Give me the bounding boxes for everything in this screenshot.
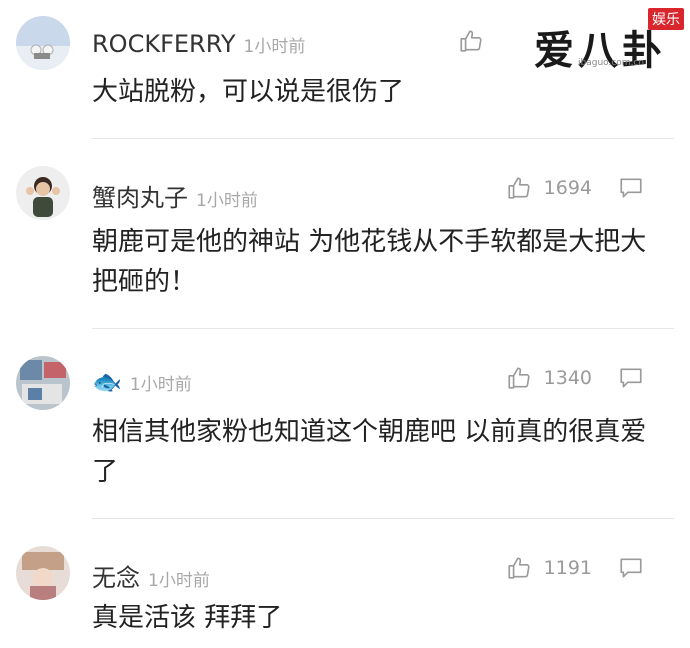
username[interactable]: 无念 1小时前 bbox=[92, 558, 210, 593]
watermark-site: ibaguo.com.cn bbox=[578, 58, 645, 68]
avatar-image bbox=[16, 356, 70, 410]
comment-actions: 1340 bbox=[506, 365, 644, 391]
comment-time: 1小时前 bbox=[129, 375, 192, 395]
avatar-image bbox=[16, 16, 70, 70]
watermark-badge: 娱乐 bbox=[648, 8, 684, 30]
like-icon[interactable] bbox=[506, 365, 532, 391]
reply-icon[interactable] bbox=[618, 556, 644, 580]
avatar[interactable] bbox=[16, 16, 70, 70]
avatar[interactable] bbox=[16, 166, 70, 220]
like-count: 1191 bbox=[543, 557, 592, 579]
comment-actions: 1694 bbox=[506, 175, 644, 201]
comment-time: 1小时前 bbox=[196, 191, 258, 211]
avatar-image bbox=[16, 546, 70, 600]
avatar[interactable] bbox=[16, 356, 70, 410]
like-count: 1340 bbox=[543, 367, 592, 389]
like-count: 1694 bbox=[543, 177, 592, 199]
username-text[interactable]: ROCKFERRY bbox=[92, 30, 236, 58]
like-icon[interactable] bbox=[506, 175, 532, 201]
reply-icon[interactable] bbox=[618, 366, 644, 390]
divider bbox=[92, 138, 674, 139]
comment-text: 大站脱粉，可以说是很伤了 bbox=[92, 77, 405, 107]
comment-actions: 1191 bbox=[506, 555, 644, 581]
comment-text: 朝鹿可是他的神站 为他花钱从不手软都是大把大把砸的！ bbox=[92, 227, 647, 297]
avatar-image bbox=[16, 166, 70, 220]
comment-time: 1小时前 bbox=[243, 37, 306, 57]
username-text[interactable]: 蟹肉丸子 bbox=[92, 184, 188, 212]
comment-time: 1小时前 bbox=[148, 571, 210, 591]
like-icon[interactable] bbox=[458, 28, 484, 54]
username[interactable]: 蟹肉丸子 1小时前 bbox=[92, 178, 258, 213]
username[interactable]: ROCKFERRY 1小时前 bbox=[92, 30, 305, 58]
watermark-logo: 爱八卦 娱乐 ibaguo.com.cn bbox=[534, 8, 684, 74]
like-icon[interactable] bbox=[506, 555, 532, 581]
divider bbox=[92, 328, 674, 329]
comment-text: 相信其他家粉也知道这个朝鹿吧 以前真的很真爱了 bbox=[92, 417, 647, 487]
comment-actions bbox=[458, 28, 512, 54]
username[interactable]: 🐟 1小时前 bbox=[92, 368, 192, 396]
reply-icon[interactable] bbox=[618, 176, 644, 200]
comment-text: 真是活该 拜拜了 bbox=[92, 603, 283, 633]
divider bbox=[92, 518, 674, 519]
username-text[interactable]: 🐟 bbox=[92, 368, 122, 396]
avatar[interactable] bbox=[16, 546, 70, 600]
username-text[interactable]: 无念 bbox=[92, 564, 140, 592]
